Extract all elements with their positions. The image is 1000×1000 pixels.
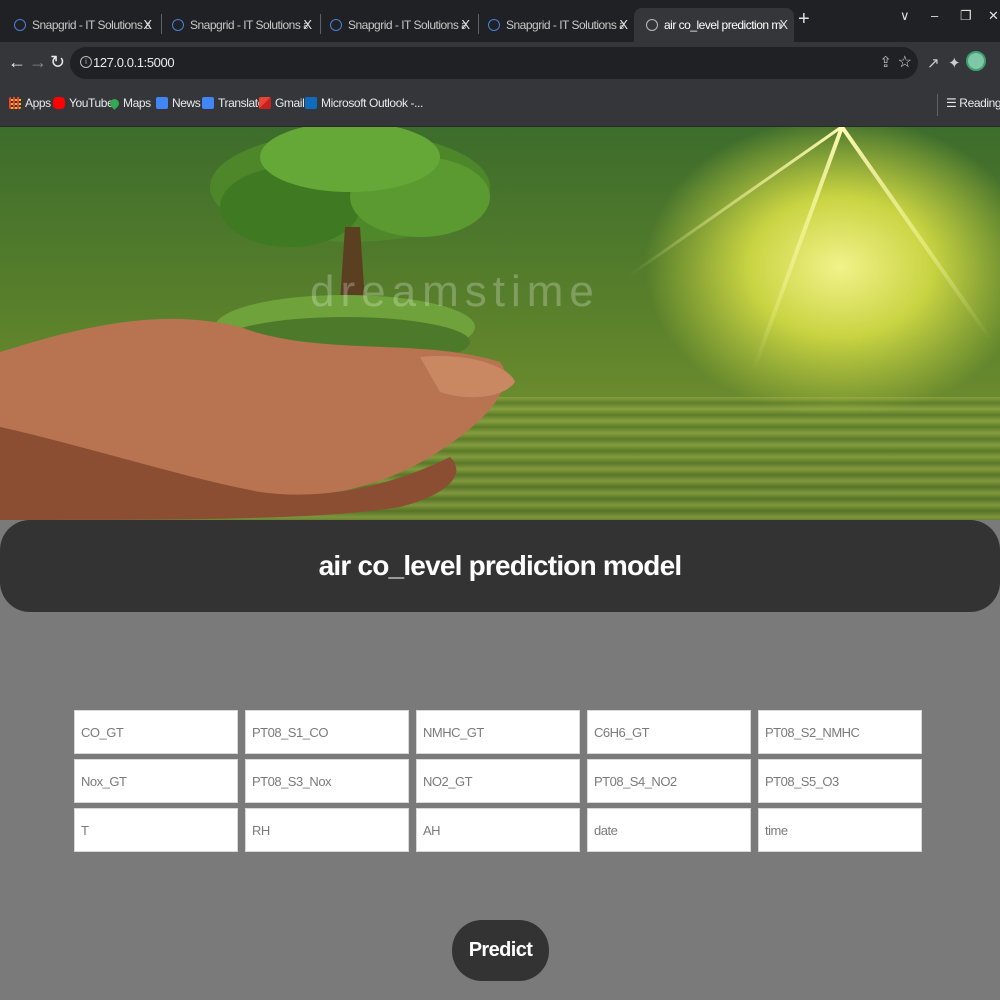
input-no2-gt[interactable] [416, 759, 580, 803]
tab-title: Snapgrid - IT Solutions and Technology [506, 18, 624, 32]
bookmark-gmail[interactable]: Gmail [259, 96, 305, 110]
extension-chart-icon[interactable]: ↗ [927, 54, 940, 72]
bookmark-label: Microsoft Outlook -... [321, 96, 423, 110]
bookmark-label: YouTube [69, 96, 114, 110]
snapgrid-favicon-icon [488, 19, 500, 31]
bookmark-label: Gmail [275, 96, 305, 110]
input-pt08-s4-no2[interactable] [587, 759, 751, 803]
prediction-form [74, 710, 924, 852]
bookmark-label: Translate [218, 96, 264, 110]
close-tab-icon[interactable]: X [779, 17, 788, 32]
bookmark-outlook[interactable]: Microsoft Outlook -... [305, 96, 423, 110]
input-co-gt[interactable] [74, 710, 238, 754]
browser-toolbar: ← → ↻ i 127.0.0.1:5000 ⇪ ☆ ↗ ✦ ⋮ [0, 42, 1000, 86]
bookmark-news[interactable]: News [156, 96, 201, 110]
input-t[interactable] [74, 808, 238, 852]
bookmarks-divider [937, 94, 938, 116]
tab-title: Snapgrid - IT Solutions and Technology [190, 18, 308, 32]
url-text[interactable]: 127.0.0.1:5000 [93, 55, 175, 70]
bookmark-youtube[interactable]: YouTube [53, 96, 114, 110]
bookmark-label: Maps [123, 96, 151, 110]
browser-menu-icon[interactable]: ⋮ [993, 51, 1000, 67]
hero-image: dreamstime [0, 127, 1000, 520]
close-tab-icon[interactable]: X [143, 17, 152, 32]
back-arrow-icon[interactable]: ← [8, 52, 26, 72]
watermark-text: dreamstime [310, 267, 600, 316]
tab-title: Snapgrid - IT Solutions and Technology [348, 18, 466, 32]
globe-favicon-icon [646, 19, 658, 31]
reading-list-label: Reading list [959, 96, 1000, 110]
bookmark-label: News [172, 96, 201, 110]
tree-in-hands-illustration [0, 127, 515, 520]
outlook-icon [305, 97, 317, 109]
restore-icon[interactable]: ❐ [960, 8, 972, 24]
reload-icon[interactable]: ↻ [50, 52, 65, 72]
bookmark-label: Apps [25, 96, 51, 110]
maps-pin-icon [108, 96, 121, 110]
minimize-icon[interactable]: – [931, 8, 938, 23]
input-nmhc-gt[interactable] [416, 710, 580, 754]
input-pt08-s3-nox[interactable] [245, 759, 409, 803]
snapgrid-favicon-icon [330, 19, 342, 31]
translate-icon [202, 97, 214, 109]
close-tab-icon[interactable]: X [619, 17, 628, 32]
address-bar[interactable]: i 127.0.0.1:5000 ⇪ ☆ [70, 47, 918, 79]
input-c6h6-gt[interactable] [587, 710, 751, 754]
apps-grid-icon [9, 97, 21, 109]
snapgrid-favicon-icon [172, 19, 184, 31]
input-ah[interactable] [416, 808, 580, 852]
page-title: air co_level prediction model [318, 550, 683, 581]
tab-title: Snapgrid - IT Solutions and Technology [32, 18, 150, 32]
reading-list-icon: ☰ [946, 96, 960, 110]
close-window-icon[interactable]: ✕ [988, 8, 999, 24]
tab-snapgrid-1[interactable]: Snapgrid - IT Solutions and Technology X [2, 8, 158, 42]
input-pt08-s1-co[interactable] [245, 710, 409, 754]
input-time[interactable] [758, 808, 922, 852]
bookmark-translate[interactable]: Translate [202, 96, 264, 110]
snapgrid-favicon-icon [14, 19, 26, 31]
input-nox-gt[interactable] [74, 759, 238, 803]
forward-arrow-icon[interactable]: → [29, 52, 47, 72]
predict-button[interactable]: Predict [452, 920, 549, 981]
input-pt08-s2-nmhc[interactable] [758, 710, 922, 754]
reading-list-button[interactable]: ☰ Reading list [946, 96, 1000, 110]
tab-strip: Snapgrid - IT Solutions and Technology X… [0, 0, 1000, 42]
tab-snapgrid-3[interactable]: Snapgrid - IT Solutions and Technology X [318, 8, 476, 42]
close-tab-icon[interactable]: X [303, 17, 312, 32]
site-info-icon[interactable]: i [80, 56, 92, 68]
input-pt08-s5-o3[interactable] [758, 759, 922, 803]
page-header: air co_level prediction model [0, 520, 1000, 612]
tab-search-chevron-icon[interactable]: ∨ [900, 8, 910, 24]
new-tab-button[interactable]: + [798, 8, 810, 31]
close-tab-icon[interactable]: X [461, 17, 470, 32]
tab-snapgrid-4[interactable]: Snapgrid - IT Solutions and Technology X [476, 8, 634, 42]
tab-title: air co_level prediction model [664, 18, 782, 32]
youtube-icon [53, 97, 65, 109]
profile-avatar[interactable] [966, 51, 986, 71]
extensions-puzzle-icon[interactable]: ✦ [948, 54, 961, 72]
tab-active[interactable]: air co_level prediction model X [634, 8, 794, 42]
bookmark-star-icon[interactable]: ☆ [898, 52, 912, 72]
tab-snapgrid-2[interactable]: Snapgrid - IT Solutions and Technology X [160, 8, 318, 42]
bookmarks-bar: Apps YouTube Maps News Translate Gmail M… [0, 86, 1000, 127]
input-rh[interactable] [245, 808, 409, 852]
gmail-icon [259, 97, 271, 109]
news-icon [156, 97, 168, 109]
bookmark-maps[interactable]: Maps [108, 96, 151, 110]
share-icon[interactable]: ⇪ [879, 53, 892, 71]
bookmark-apps[interactable]: Apps [9, 96, 51, 110]
input-date[interactable] [587, 808, 751, 852]
